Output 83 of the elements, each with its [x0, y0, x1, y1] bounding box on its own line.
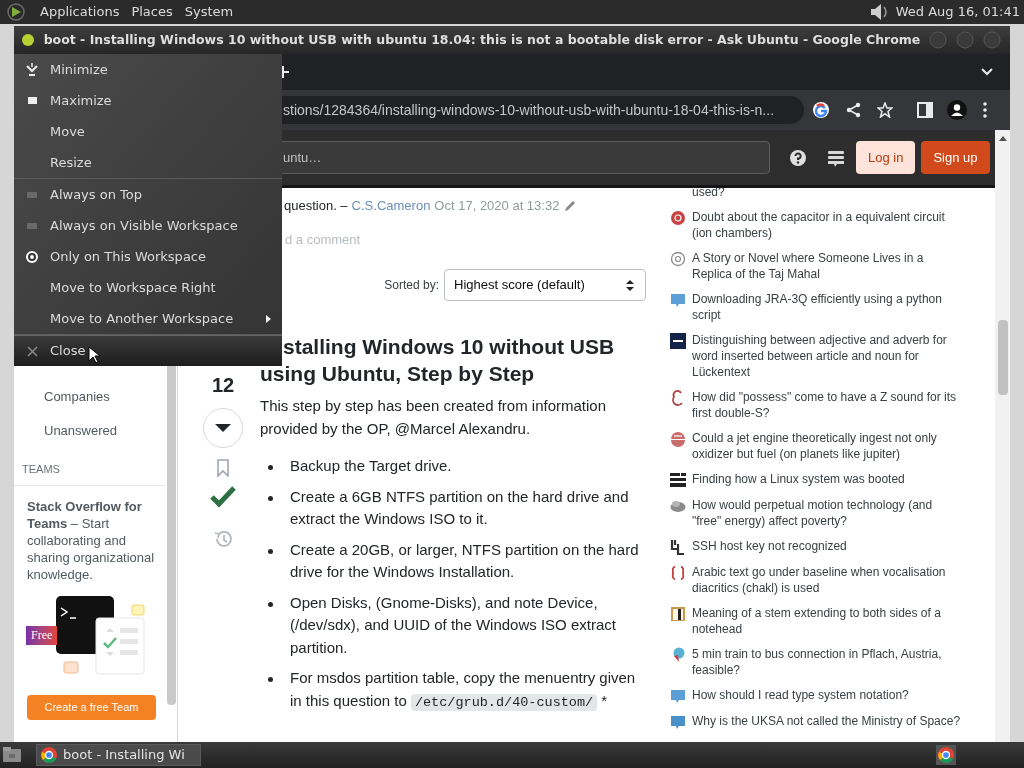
- hot-question-link[interactable]: A Story or Novel where Someone Lives in a Replica of the Taj Mahal: [692, 250, 964, 282]
- vote-count: 12: [211, 374, 235, 396]
- inbox-icon[interactable]: [827, 148, 845, 167]
- down-arrow-icon: [214, 423, 232, 433]
- menu-item[interactable]: Move to Another Workspace: [14, 303, 282, 334]
- page-scrollbar[interactable]: [995, 130, 1010, 742]
- submenu-arrow-icon: [265, 313, 272, 324]
- site-logo-icon[interactable]: [670, 539, 686, 555]
- panel-menu[interactable]: Places: [125, 0, 179, 24]
- maximize-icon: [26, 96, 38, 105]
- sort-label: Sorted by:: [384, 277, 439, 294]
- panel-menu[interactable]: System: [178, 0, 240, 24]
- hot-question-link[interactable]: Finding how a Linux system was booted: [692, 471, 964, 488]
- menu-item[interactable]: Move to Workspace Right: [14, 272, 282, 303]
- mouse-cursor-icon: [88, 346, 101, 364]
- window-title: boot - Installing Windows 10 without USB with ubuntu 18.04: this is not a bootable disk error - Ask Ubuntu - Google Chrome: [42, 30, 922, 49]
- bullet-icon: [268, 548, 273, 554]
- hot-question-link[interactable]: How did "possess" come to have a Z sound for its first double-S?: [692, 389, 964, 421]
- site-logo-icon[interactable]: [670, 472, 686, 488]
- bullet-icon: [268, 495, 273, 501]
- menu-item[interactable]: Close: [14, 335, 282, 366]
- comment-author-link[interactable]: C.S.Cameron: [351, 197, 431, 215]
- hot-question-link[interactable]: Doubt about the capacitor in a equivalent circuit (ion chambers): [692, 209, 964, 241]
- google-lens-icon[interactable]: [812, 101, 830, 119]
- bookmark-star-icon[interactable]: [877, 102, 893, 118]
- menu-item[interactable]: Always on Visible Workspace: [14, 210, 282, 241]
- sort-value: Highest score (default): [454, 276, 586, 295]
- clock[interactable]: Wed Aug 16, 01:41: [895, 2, 1020, 22]
- teams-promo-text: Stack Overflow for Teams – Start collaborating and sharing organizational knowledge.: [27, 498, 156, 583]
- site-logo-icon[interactable]: [670, 333, 686, 349]
- edit-pencil-icon[interactable]: [563, 199, 578, 213]
- chrome-tray-icon[interactable]: [936, 745, 956, 765]
- taskbar-window-button[interactable]: boot - Installing Wi: [36, 744, 201, 766]
- hot-question-link[interactable]: Could a jet engine theoretically ingest not only oxidizer but fuel (on planets like jupiter): [692, 430, 964, 462]
- site-logo-icon[interactable]: [670, 606, 686, 622]
- bullet-icon: [268, 677, 273, 682]
- scroll-thumb[interactable]: [997, 320, 1008, 395]
- hot-question-link[interactable]: Downloading JRA-3Q efficiently using a python script: [692, 291, 964, 323]
- section-heading: TEAMS: [22, 462, 61, 476]
- hot-question-link[interactable]: SSH host key not recognized: [692, 538, 964, 555]
- free-badge: Free: [26, 626, 58, 645]
- comment-text: question. –: [284, 197, 348, 215]
- scroll-up-icon[interactable]: [997, 134, 1008, 142]
- nav-link[interactable]: Unanswered: [44, 421, 166, 441]
- search-placeholder: untu…: [283, 148, 322, 167]
- url-text: stions/1284364/installing-windows-10-without-usb-with-ubuntu-18-04-this-is-n...: [283, 100, 775, 120]
- login-button[interactable]: Log in: [856, 141, 916, 174]
- close-icon: [26, 345, 38, 357]
- panel-menu[interactable]: Applications: [34, 0, 126, 24]
- bullet-icon: [268, 601, 273, 607]
- sort-dropdown[interactable]: Highest score (default): [444, 269, 646, 301]
- chrome-icon: [41, 747, 57, 763]
- nav-link[interactable]: Companies: [44, 387, 166, 407]
- comment-date: Oct 17, 2020 at 13:32: [434, 197, 560, 215]
- sort-arrows-icon: [625, 278, 635, 292]
- signup-button[interactable]: Sign up: [921, 141, 990, 174]
- file-manager-icon[interactable]: [2, 745, 22, 765]
- answer-heading: stalling Windows 10 without USB: [282, 334, 616, 360]
- hot-question-link[interactable]: How would perpetual motion technology (and "free" energy) affect poverty?: [692, 497, 964, 529]
- hot-question-link[interactable]: 5 min train to bus connection in Pflach, Austria, feasible?: [692, 646, 964, 678]
- hot-question-link[interactable]: How should I read type system notation?: [692, 687, 964, 704]
- list-item-text: Create a 20GB, or larger, NTFS partition on the hard drive for the Windows Installation.: [290, 539, 640, 582]
- menu-item[interactable]: Always on Top: [14, 179, 282, 210]
- bullet-icon: [268, 465, 273, 470]
- browser-menu-icon[interactable]: [983, 102, 987, 118]
- answer-paragraph: This step by step has been created from information provided by the OP, @Marcel Alexandru.: [260, 396, 607, 439]
- list-item-text: For msdos partition table, copy the menuentry given in this question to /etc/grub.d/40-custom/ *: [290, 668, 637, 713]
- help-icon[interactable]: [789, 148, 807, 167]
- app-menu-icon[interactable]: [6, 2, 26, 22]
- hot-question-link[interactable]: Why is the UKSA not called the Ministry of Space?: [692, 713, 964, 730]
- list-item-text: Create a 6GB NTFS partition on the hard drive and extract the Windows ISO to it.: [290, 486, 630, 529]
- minimize-icon: [24, 62, 40, 77]
- menu-item[interactable]: Only on This Workspace: [14, 241, 282, 272]
- profile-icon[interactable]: [947, 100, 967, 120]
- side-panel-icon[interactable]: [917, 102, 933, 118]
- list-item-text: Backup the Target drive.: [290, 456, 453, 476]
- hot-question-link[interactable]: Distinguishing between adjective and adverb for word inserted between article and noun for Lückentext: [692, 332, 964, 380]
- hot-question-link[interactable]: used?: [692, 188, 964, 200]
- hot-question-link[interactable]: Arabic text go under baseline when vocalisation diacritics (chakl) is used: [692, 564, 964, 596]
- list-item-text: Open Disks, (Gnome-Disks), and note Device, (/dev/sdx), and UUID of the Windows ISO extract partition.: [290, 592, 617, 658]
- share-icon[interactable]: [845, 102, 861, 118]
- hot-question-link[interactable]: Meaning of a stem extending to both sides of a notehead: [692, 605, 964, 637]
- window-status-icon: [21, 33, 35, 47]
